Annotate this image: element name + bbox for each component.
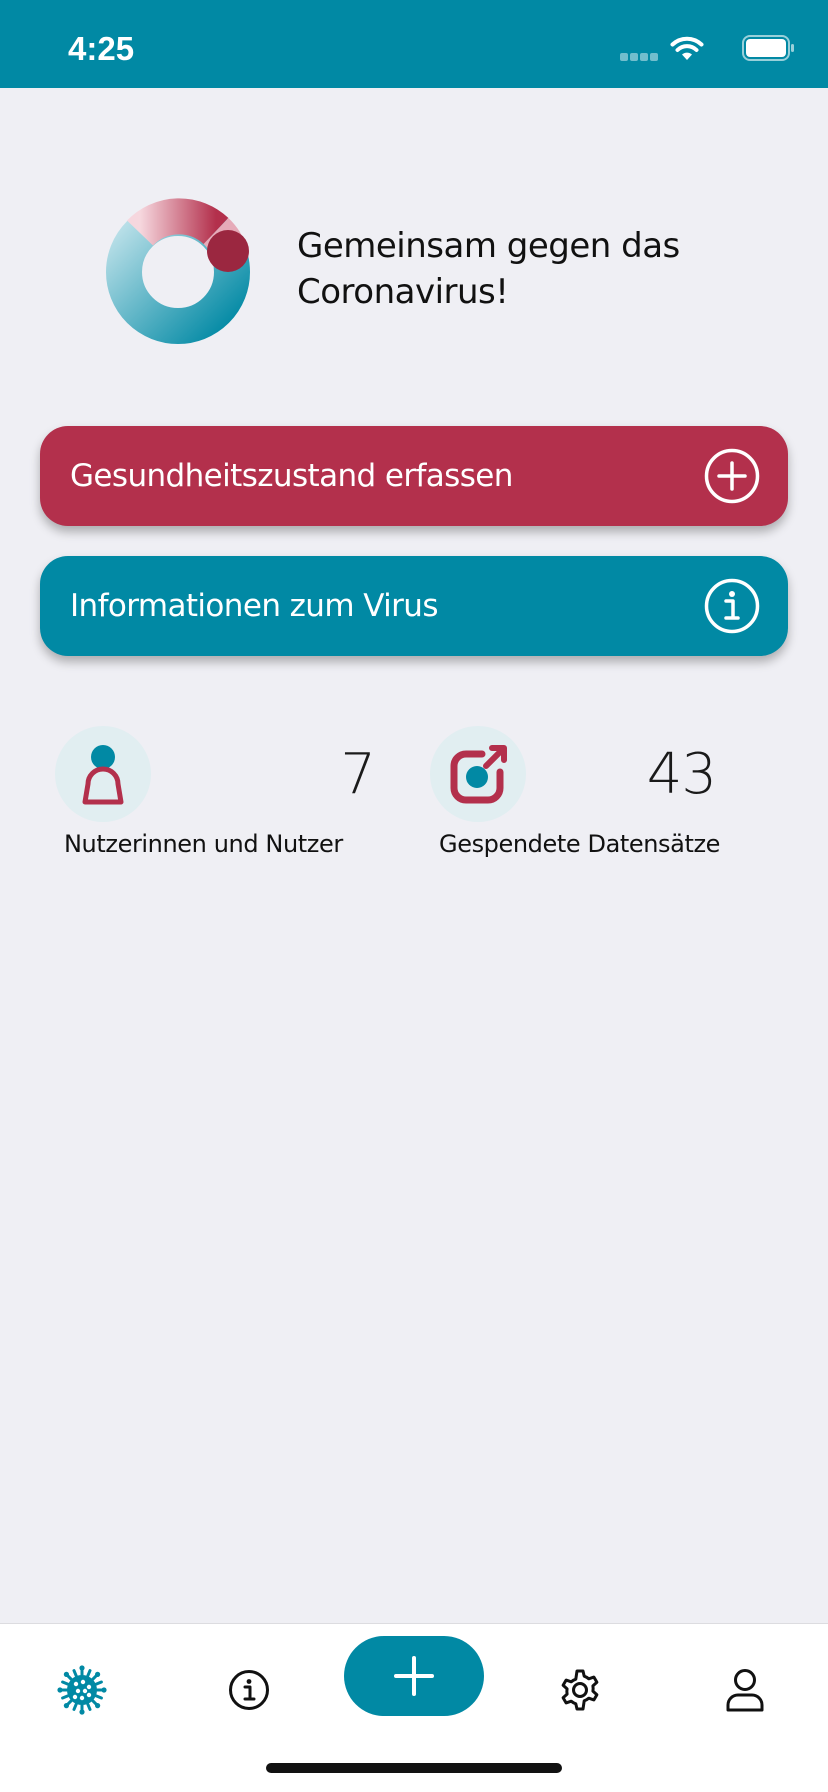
plus-circle-icon: [704, 448, 760, 504]
profile-icon: [726, 1669, 764, 1712]
app-logo: [106, 198, 250, 344]
hero-title: Gemeinsam gegen das Coronavirus!: [297, 226, 680, 312]
hero: Gemeinsam gegen das Coronavirus!: [0, 195, 828, 355]
wifi-icon: [670, 36, 704, 60]
tab-home[interactable]: [52, 1660, 112, 1720]
stat-users: 7 Nutzerinnen und Nutzer: [55, 726, 376, 866]
stat-datasets-icon-wrap: [430, 726, 526, 822]
virus-info-button[interactable]: Informationen zum Virus: [40, 556, 788, 656]
tab-info[interactable]: [219, 1660, 279, 1720]
status-time: 4:25: [68, 30, 135, 67]
cellular-signal-icon: [620, 53, 658, 61]
stat-users-icon-wrap: [55, 726, 151, 822]
record-health-button[interactable]: Gesundheitszustand erfassen: [40, 426, 788, 526]
status-bar: 4:25: [0, 0, 828, 88]
info-icon: [229, 1670, 269, 1710]
stat-users-value: 7: [340, 742, 376, 807]
tab-profile[interactable]: [715, 1660, 775, 1720]
tab-settings[interactable]: [550, 1660, 610, 1720]
stat-datasets-label: Gespendete Datensätze: [439, 830, 721, 858]
stat-users-label: Nutzerinnen und Nutzer: [64, 830, 343, 858]
data-share-icon: [450, 745, 507, 804]
stat-datasets: 43 Gespendete Datensätze: [430, 726, 760, 866]
record-health-label: Gesundheitszustand erfassen: [70, 458, 513, 494]
battery-icon: [742, 35, 794, 61]
virus-icon: [57, 1665, 107, 1715]
tab-add-button[interactable]: [344, 1636, 484, 1716]
gear-icon: [561, 1669, 599, 1711]
plus-icon: [394, 1656, 434, 1696]
home-indicator: [266, 1763, 562, 1773]
virus-info-label: Informationen zum Virus: [70, 588, 438, 624]
info-circle-icon: [704, 578, 760, 634]
stat-datasets-value: 43: [646, 742, 717, 807]
user-icon: [82, 745, 124, 805]
